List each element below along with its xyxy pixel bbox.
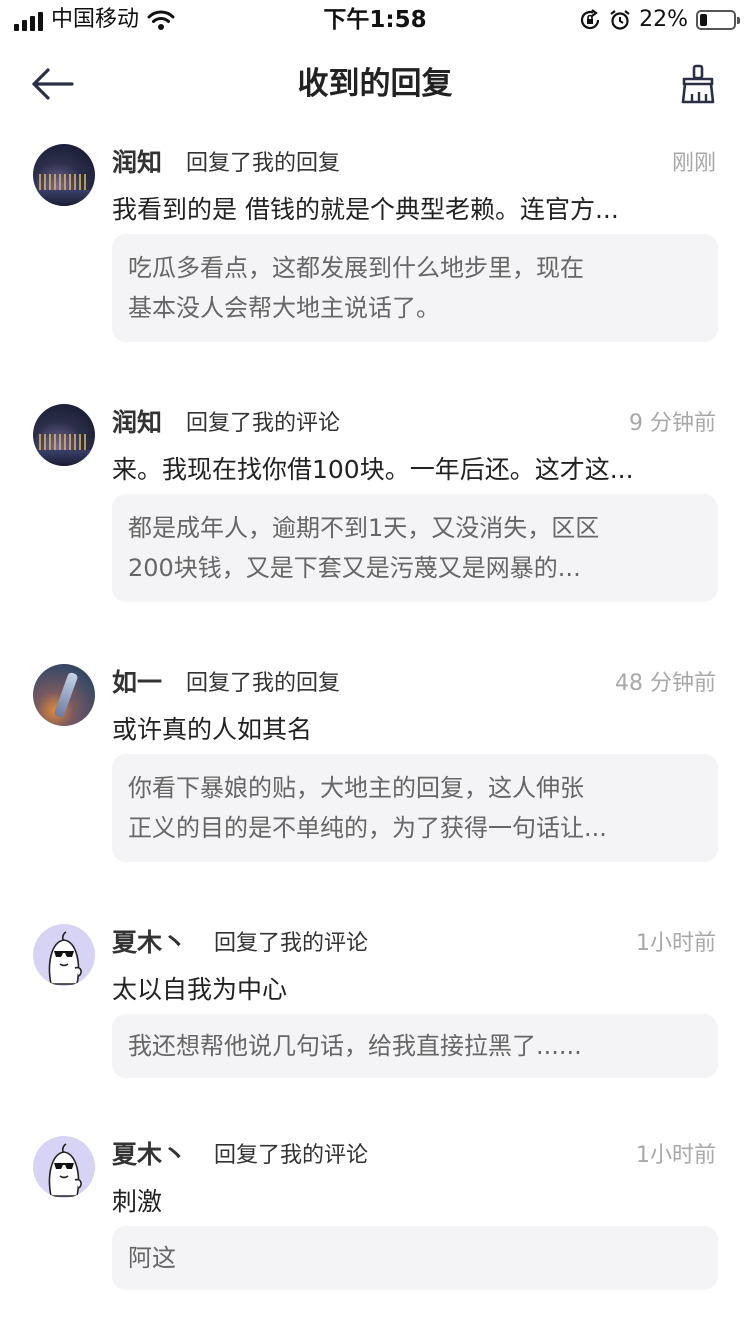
user-name[interactable]: 润知 <box>112 406 162 440</box>
quoted-text-line: 阿这 <box>128 1244 176 1272</box>
status-right: 22% <box>579 6 740 34</box>
rotation-lock-icon <box>581 9 600 30</box>
reply-action: 回复了我的评论 <box>186 411 341 436</box>
quoted-comment[interactable]: 你看下暴娘的贴，大地主的回复，这人伸张 正义的目的是不单纯的，为了获得一句话让.… <box>112 754 718 862</box>
reply-time: 9 分钟前 <box>629 411 716 436</box>
quoted-comment[interactable]: 都是成年人，逾期不到1天，又没消失，区区 200块钱，又是下套又是污蔑又是网暴的… <box>112 494 718 602</box>
quoted-text-line: 你看下暴娘的贴，大地主的回复，这人伸张 <box>128 774 584 802</box>
reply-item[interactable]: 夏木丶 回复了我的评论 1小时前 太以自我为中心 我还想帮他说几句话，给我直接拉… <box>0 920 750 1132</box>
quoted-comment[interactable]: 阿这 <box>112 1226 718 1290</box>
reply-time: 1小时前 <box>636 931 716 956</box>
reply-time: 48 分钟前 <box>615 671 716 696</box>
user-name[interactable]: 夏木丶 <box>112 1138 187 1172</box>
reply-time: 刚刚 <box>671 151 716 176</box>
avatar[interactable] <box>33 1136 95 1198</box>
avatar[interactable] <box>33 404 95 466</box>
quoted-text-line: 都是成年人，逾期不到1天，又没消失，区区 <box>128 514 600 542</box>
user-name[interactable]: 如一 <box>112 666 162 700</box>
reply-action: 回复了我的回复 <box>186 671 341 696</box>
status-bar: 中国移动 下午1:58 22% <box>0 0 750 40</box>
reply-text[interactable]: 太以自我为中心 <box>112 972 702 1008</box>
quoted-text-line: 200块钱，又是下套又是污蔑又是网暴的... <box>128 554 581 582</box>
reply-time: 1小时前 <box>636 1143 716 1168</box>
quoted-text-line: 正义的目的是不单纯的，为了获得一句话让... <box>128 814 607 842</box>
broom-icon <box>681 64 715 104</box>
user-name[interactable]: 润知 <box>112 146 162 180</box>
quoted-comment[interactable]: 吃瓜多看点，这都发展到什么地步里，现在 基本没人会帮大地主说话了。 <box>112 234 718 342</box>
quoted-comment[interactable]: 我还想帮他说几句话，给我直接拉黑了...... <box>112 1014 718 1078</box>
reply-text[interactable]: 来。我现在找你借100块。一年后还。这才这... <box>112 452 702 488</box>
reply-action: 回复了我的评论 <box>214 1143 369 1168</box>
reply-text[interactable]: 我看到的是 借钱的就是个典型老赖。连官方... <box>112 192 702 228</box>
duck-sunglasses-icon <box>48 931 82 985</box>
alarm-clock-icon <box>610 10 630 30</box>
reply-action: 回复了我的评论 <box>214 931 369 956</box>
user-name[interactable]: 夏木丶 <box>112 926 187 960</box>
duck-sunglasses-icon <box>48 1143 82 1197</box>
reply-list: 润知 回复了我的回复 刚刚 我看到的是 借钱的就是个典型老赖。连官方... 吃瓜… <box>0 140 750 1334</box>
quoted-text-line: 基本没人会帮大地主说话了。 <box>128 294 440 322</box>
reply-action: 回复了我的回复 <box>186 151 341 176</box>
quoted-text-line: 吃瓜多看点，这都发展到什么地步里，现在 <box>128 254 584 282</box>
avatar[interactable] <box>33 664 95 726</box>
avatar[interactable] <box>33 924 95 986</box>
reply-item[interactable]: 润知 回复了我的回复 刚刚 我看到的是 借钱的就是个典型老赖。连官方... 吃瓜… <box>0 140 750 400</box>
battery-level <box>700 14 707 26</box>
quoted-text-line: 我还想帮他说几句话，给我直接拉黑了...... <box>128 1032 582 1060</box>
avatar[interactable] <box>33 144 95 206</box>
reply-text[interactable]: 或许真的人如其名 <box>112 712 702 748</box>
battery-icon <box>696 10 740 30</box>
nav-header: 收到的回复 <box>0 50 750 116</box>
page-title: 收到的回复 <box>297 66 453 102</box>
clear-all-button[interactable] <box>676 62 720 106</box>
reply-text[interactable]: 刺激 <box>112 1184 702 1220</box>
battery-percent: 22% <box>639 7 688 32</box>
reply-item[interactable]: 润知 回复了我的评论 9 分钟前 来。我现在找你借100块。一年后还。这才这..… <box>0 400 750 660</box>
reply-item[interactable]: 如一 回复了我的回复 48 分钟前 或许真的人如其名 你看下暴娘的贴，大地主的回… <box>0 660 750 920</box>
reply-item[interactable]: 夏木丶 回复了我的评论 1小时前 刺激 阿这 <box>0 1132 750 1334</box>
